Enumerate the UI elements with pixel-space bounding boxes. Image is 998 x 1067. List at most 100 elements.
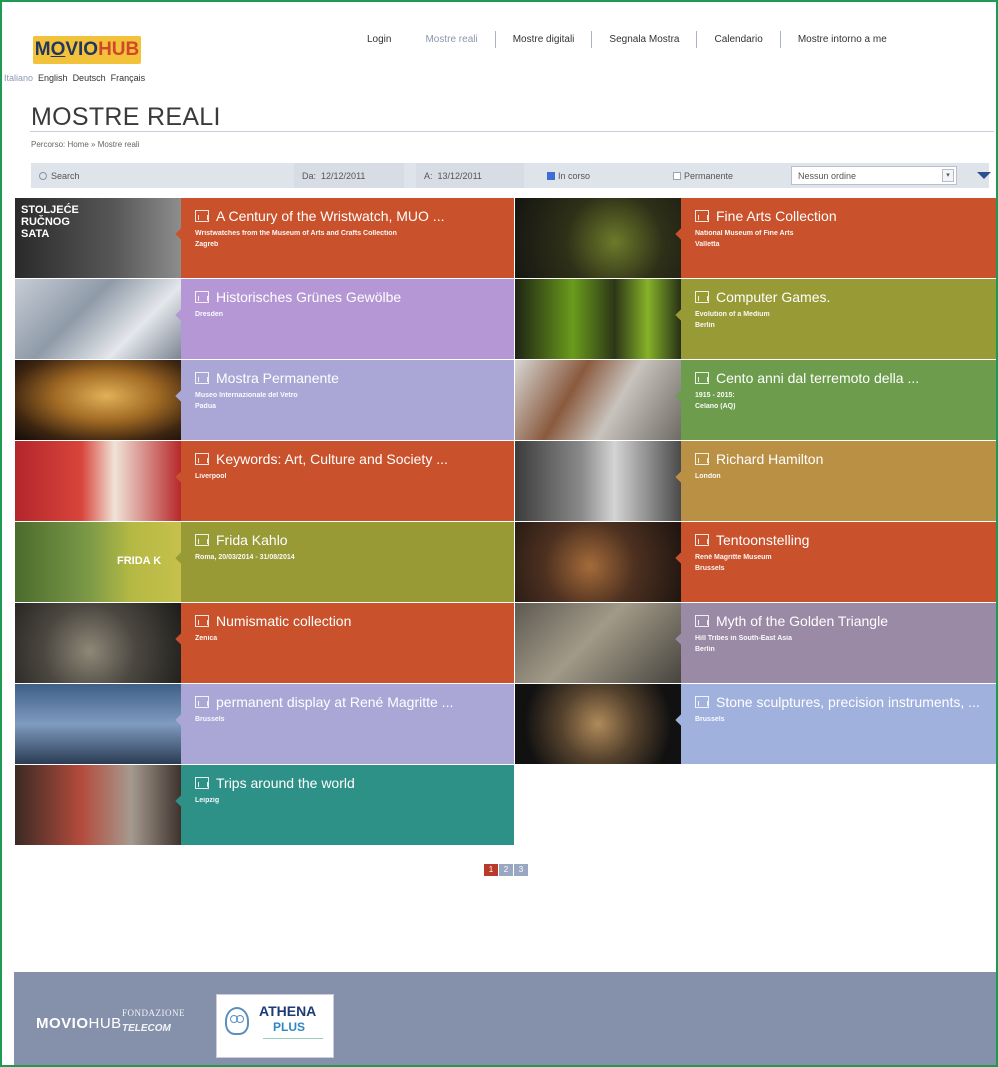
lang-english[interactable]: English — [38, 73, 68, 83]
museum-icon — [195, 534, 209, 546]
exhibition-card[interactable]: FRIDA K Frida Kahlo Roma, 20/03/2014 - 31/… — [15, 522, 514, 602]
exhibition-info-panel[interactable]: Computer Games. Evolution of a Medium Berl… — [681, 279, 998, 359]
exhibition-card[interactable]: Richard Hamilton London — [515, 441, 998, 521]
museum-icon — [195, 291, 209, 303]
exhibition-thumbnail[interactable] — [515, 684, 681, 764]
exhibition-title-text: Fine Arts Collection — [716, 208, 837, 224]
exhibition-card[interactable]: Fine Arts Collection National Museum of F… — [515, 198, 998, 278]
page-1-button[interactable]: 1 — [484, 864, 498, 876]
lang-italiano[interactable]: Italiano — [4, 73, 33, 83]
exhibition-title[interactable]: Richard Hamilton — [695, 451, 998, 467]
exhibition-title[interactable]: Keywords: Art, Culture and Society ... — [195, 451, 506, 467]
nav-mostre-intorno[interactable]: Mostre intorno a me — [781, 34, 904, 45]
nav-mostre-reali[interactable]: Mostre reali — [408, 34, 494, 45]
exhibition-title-text: Stone sculptures, precision instruments,… — [716, 694, 980, 710]
exhibition-subtitle: Hill Tribes in South-East Asia — [695, 635, 792, 642]
exhibition-thumbnail[interactable] — [15, 765, 181, 845]
exhibition-thumbnail[interactable] — [15, 603, 181, 683]
nav-login[interactable]: Login — [350, 34, 408, 45]
exhibition-info-panel[interactable]: Mostra Permanente Museo Internazionale de… — [181, 360, 514, 440]
exhibition-info-panel[interactable]: Trips around the world Leipzig — [181, 765, 514, 845]
exhibition-title[interactable]: A Century of the Wristwatch, MUO ... — [195, 208, 506, 224]
search-field[interactable]: Search — [39, 163, 80, 188]
exhibition-thumbnail[interactable] — [515, 360, 681, 440]
exhibition-thumbnail[interactable]: FRIDA K — [15, 522, 181, 602]
nav-mostre-digitali[interactable]: Mostre digitali — [496, 34, 592, 45]
expand-filters-icon[interactable] — [977, 172, 991, 179]
exhibition-title[interactable]: Myth of the Golden Triangle — [695, 613, 998, 629]
exhibition-info-panel[interactable]: Historisches Grünes Gewölbe Dresden — [181, 279, 514, 359]
museum-icon — [695, 615, 709, 627]
moviohub-logo[interactable]: MOVIOHUB — [33, 36, 141, 64]
exhibition-info-panel[interactable]: Numismatic collection Zenica — [181, 603, 514, 683]
exhibition-thumbnail[interactable] — [15, 279, 181, 359]
exhibition-info-panel[interactable]: Fine Arts Collection National Museum of F… — [681, 198, 998, 278]
exhibition-info-panel[interactable]: Tentoonstelling René Magritte Museum Bruss… — [681, 522, 998, 602]
exhibition-card[interactable]: Keywords: Art, Culture and Society ... Li… — [15, 441, 514, 521]
lang-francais[interactable]: Français — [111, 73, 146, 83]
exhibition-thumbnail[interactable] — [515, 522, 681, 602]
exhibition-place: Brussels — [695, 716, 725, 723]
exhibition-card[interactable]: Mostra Permanente Museo Internazionale de… — [15, 360, 514, 440]
exhibition-title[interactable]: Trips around the world — [195, 775, 506, 791]
exhibition-info-panel[interactable]: Stone sculptures, precision instruments,… — [681, 684, 998, 764]
exhibition-thumbnail[interactable] — [515, 198, 681, 278]
footer-athena-plus-logo[interactable]: ATHENA PLUS — [216, 994, 334, 1058]
exhibition-info-panel[interactable]: A Century of the Wristwatch, MUO ... Wris… — [181, 198, 514, 278]
exhibition-info-panel[interactable]: Richard Hamilton London — [681, 441, 998, 521]
museum-icon — [195, 615, 209, 627]
exhibition-title[interactable]: Computer Games. — [695, 289, 998, 305]
order-select[interactable]: Nessun ordine ▾ — [791, 166, 957, 185]
exhibition-card[interactable]: Myth of the Golden Triangle Hill Tribes i… — [515, 603, 998, 683]
exhibition-thumbnail[interactable] — [15, 441, 181, 521]
exhibition-title[interactable]: Fine Arts Collection — [695, 208, 998, 224]
exhibition-info-panel[interactable]: permanent display at René Magritte ... Br… — [181, 684, 514, 764]
exhibition-thumbnail[interactable] — [515, 603, 681, 683]
exhibition-title[interactable]: Cento anni dal terremoto della ... — [695, 370, 998, 386]
exhibition-card[interactable]: STOLJEĆE RUČNOG SATA A Century of the Wri… — [15, 198, 514, 278]
museum-icon — [195, 696, 209, 708]
lang-deutsch[interactable]: Deutsch — [73, 73, 106, 83]
exhibition-info-panel[interactable]: Cento anni dal terremoto della ... 1915 -… — [681, 360, 998, 440]
exhibition-title[interactable]: Historisches Grünes Gewölbe — [195, 289, 506, 305]
exhibition-card[interactable]: Numismatic collection Zenica — [15, 603, 514, 683]
date-from-field[interactable]: Da: 12/12/2011 — [294, 163, 404, 188]
footer-moviohub-logo[interactable]: MOVIOHUB — [36, 1015, 122, 1032]
top-navigation: Login Mostre reali Mostre digitali Segna… — [350, 31, 992, 48]
permanente-checkbox[interactable]: Permanente — [673, 163, 733, 188]
exhibition-title[interactable]: Frida Kahlo — [195, 532, 506, 548]
exhibition-title-text: Richard Hamilton — [716, 451, 824, 467]
exhibition-card[interactable]: Cento anni dal terremoto della ... 1915 -… — [515, 360, 998, 440]
exhibition-title[interactable]: Tentoonstelling — [695, 532, 998, 548]
exhibition-thumbnail[interactable]: STOLJEĆE RUČNOG SATA — [15, 198, 181, 278]
exhibition-info-panel[interactable]: Myth of the Golden Triangle Hill Tribes i… — [681, 603, 998, 683]
exhibition-card[interactable]: permanent display at René Magritte ... Br… — [15, 684, 514, 764]
exhibition-info-panel[interactable]: Keywords: Art, Culture and Society ... Li… — [181, 441, 514, 521]
exhibition-title[interactable]: Numismatic collection — [195, 613, 506, 629]
exhibition-card[interactable]: Tentoonstelling René Magritte Museum Bruss… — [515, 522, 998, 602]
pagination: 123 — [484, 864, 528, 876]
exhibition-title[interactable]: permanent display at René Magritte ... — [195, 694, 506, 710]
exhibition-info-panel[interactable]: Frida Kahlo Roma, 20/03/2014 - 31/08/2014 — [181, 522, 514, 602]
nav-calendario[interactable]: Calendario — [697, 34, 779, 45]
page-2-button[interactable]: 2 — [499, 864, 513, 876]
breadcrumb[interactable]: Percorso: Home » Mostre reali — [31, 140, 139, 149]
exhibition-thumbnail[interactable] — [15, 684, 181, 764]
in-corso-checkbox[interactable]: In corso — [547, 163, 590, 188]
exhibition-thumbnail[interactable] — [515, 441, 681, 521]
owl-icon — [225, 1007, 249, 1035]
exhibition-subtitle: Wristwatches from the Museum of Arts and… — [195, 230, 397, 237]
exhibition-title[interactable]: Stone sculptures, precision instruments,… — [695, 694, 998, 710]
museum-icon — [695, 696, 709, 708]
exhibition-card[interactable]: Stone sculptures, precision instruments,… — [515, 684, 998, 764]
nav-segnala-mostra[interactable]: Segnala Mostra — [592, 34, 696, 45]
exhibition-card[interactable]: Historisches Grünes Gewölbe Dresden — [15, 279, 514, 359]
date-to-field[interactable]: A: 13/12/2011 — [416, 163, 524, 188]
page-3-button[interactable]: 3 — [514, 864, 528, 876]
exhibition-card[interactable]: Trips around the world Leipzig — [15, 765, 514, 845]
exhibition-thumbnail[interactable] — [15, 360, 181, 440]
exhibition-card[interactable]: Computer Games. Evolution of a Medium Berl… — [515, 279, 998, 359]
exhibition-thumbnail[interactable] — [515, 279, 681, 359]
exhibition-title[interactable]: Mostra Permanente — [195, 370, 506, 386]
footer-fondazione-telecom-logo[interactable]: FONDAZIONE TELECOM — [122, 1008, 185, 1034]
